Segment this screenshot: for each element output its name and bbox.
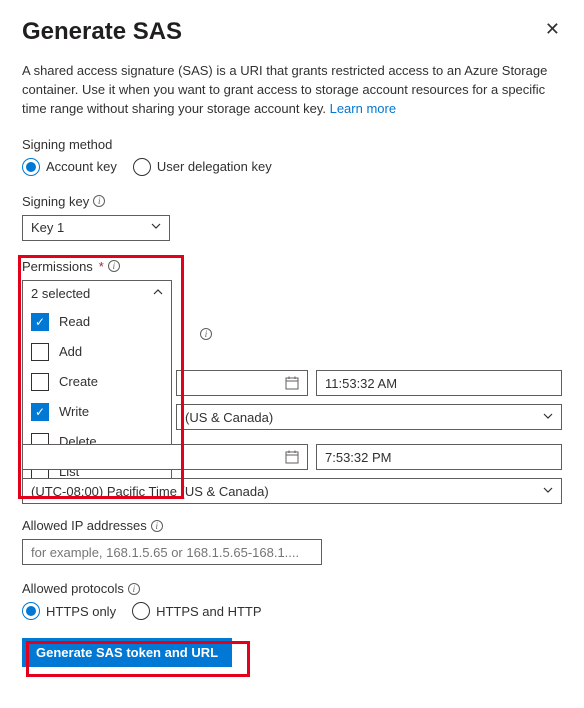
info-icon[interactable]: i [93,195,105,207]
radio-account-key[interactable]: Account key [22,158,117,176]
signing-key-select[interactable]: Key 1 [22,215,170,241]
radio-https-only-label: HTTPS only [46,604,116,619]
calendar-icon [285,450,299,464]
start-tz-value: (US & Canada) [185,410,273,425]
checkbox-icon [31,343,49,361]
radio-account-key-label: Account key [46,159,117,174]
start-date-input[interactable] [176,370,308,396]
generate-sas-button[interactable]: Generate SAS token and URL [22,638,232,667]
learn-more-link[interactable]: Learn more [330,101,396,116]
permissions-summary: 2 selected [31,286,90,301]
info-icon[interactable]: i [151,520,163,532]
required-asterisk: * [99,259,104,274]
chevron-down-icon [151,221,161,234]
permission-label: Read [59,314,90,329]
start-time-input[interactable]: 11:53:32 AM [316,370,562,396]
radio-https-only[interactable]: HTTPS only [22,602,116,620]
start-timezone-select[interactable]: (US & Canada) [176,404,562,430]
expiry-tz-value: (UTC-08:00) Pacific Time (US & Canada) [31,484,269,499]
chevron-down-icon [543,485,553,498]
start-time-value: 11:53:32 AM [325,376,397,391]
expiry-time-value: 7:53:32 PM [325,450,392,465]
allowed-ip-label: Allowed IP addresses [22,518,147,533]
signing-key-value: Key 1 [31,220,64,235]
permission-option-add[interactable]: Add [23,337,171,367]
permissions-label: Permissions [22,259,93,274]
expiry-time-input[interactable]: 7:53:32 PM [316,444,562,470]
close-icon[interactable]: ✕ [543,18,562,40]
expiry-date-input[interactable] [22,444,308,470]
signing-key-label: Signing key [22,194,89,209]
allowed-ip-input[interactable] [22,539,322,565]
chevron-down-icon [543,411,553,424]
radio-user-delegation-label: User delegation key [157,159,272,174]
radio-user-delegation-key[interactable]: User delegation key [133,158,272,176]
info-icon[interactable]: i [108,260,120,272]
calendar-icon [285,376,299,390]
page-title: Generate SAS [22,18,182,46]
checkbox-icon: ✓ [31,313,49,331]
radio-https-and-http[interactable]: HTTPS and HTTP [132,602,261,620]
expiry-timezone-select[interactable]: (UTC-08:00) Pacific Time (US & Canada) [22,478,562,504]
allowed-protocols-label: Allowed protocols [22,581,124,596]
description-text: A shared access signature (SAS) is a URI… [22,62,562,119]
info-icon[interactable]: i [200,328,212,340]
description-body: A shared access signature (SAS) is a URI… [22,63,547,116]
chevron-up-icon [153,287,163,300]
signing-method-label: Signing method [22,137,562,152]
permission-label: Add [59,344,82,359]
radio-https-http-label: HTTPS and HTTP [156,604,261,619]
info-icon[interactable]: i [128,583,140,595]
permission-option-read[interactable]: ✓ Read [23,307,171,337]
